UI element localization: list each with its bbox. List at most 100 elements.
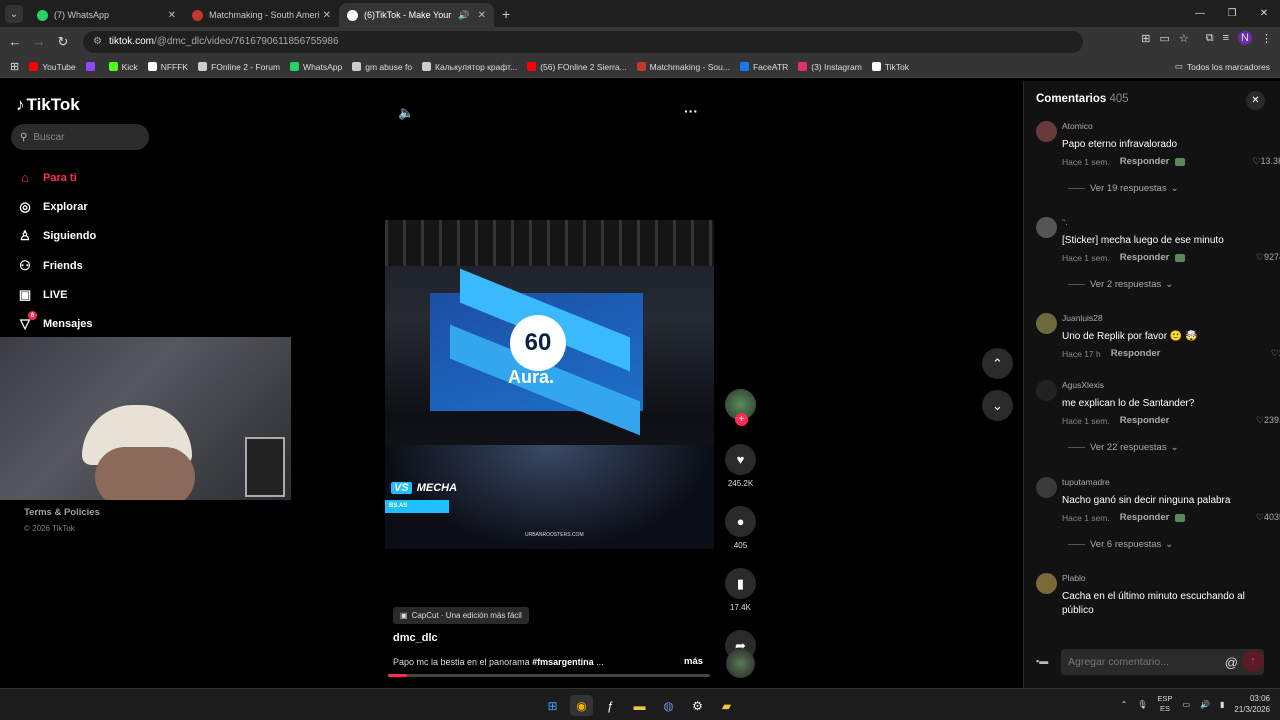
commenter-avatar[interactable] xyxy=(1036,121,1057,142)
back-icon[interactable]: ← xyxy=(3,34,27,49)
volume-icon[interactable]: 🔈 xyxy=(398,105,414,121)
prev-video-button[interactable]: ⌃ xyxy=(982,348,1013,379)
bookmark-item[interactable]: (56) FOnline 2 Sierra... xyxy=(527,62,627,72)
capcut-chip[interactable]: ▣ CapCut · Una edición más fácil xyxy=(393,607,529,624)
battery-icon[interactable]: ▮ xyxy=(1220,700,1224,709)
bookmark-item[interactable]: WhatsApp xyxy=(290,62,342,72)
comment-username[interactable]: Plablo xyxy=(1062,573,1086,583)
sidebar-item-live[interactable]: ▣ LIVE xyxy=(16,280,96,309)
comment-like-button[interactable]: ♡4035 xyxy=(1256,512,1280,523)
comment-like-button[interactable]: ♡2 xyxy=(1271,348,1280,359)
comment-username[interactable]: Atomico xyxy=(1062,121,1093,131)
url-input[interactable]: ⚙ tiktok.com/@dmc_dlc/video/761679061185… xyxy=(83,30,1083,53)
tiktok-logo[interactable]: ♪ TikTok xyxy=(16,95,80,115)
bookmark-item[interactable]: Matchmaking - Sou... xyxy=(636,62,730,72)
reply-button[interactable]: Responder xyxy=(1120,156,1170,167)
browser-tab[interactable]: (7) WhatsApp ✕ xyxy=(29,3,184,27)
restore-icon[interactable]: ❐ xyxy=(1216,0,1248,27)
bookmark-item[interactable]: gm abuse fo xyxy=(352,62,412,72)
bookmark-item[interactable]: TikTok xyxy=(871,62,909,72)
music-disc[interactable] xyxy=(726,649,755,678)
reply-button[interactable]: Responder xyxy=(1120,512,1170,523)
more-link[interactable]: más xyxy=(684,656,703,667)
search-input[interactable]: ⚲ Buscar xyxy=(11,124,149,150)
site-info-icon[interactable]: ⚙ xyxy=(93,36,102,47)
translate-icon[interactable]: ⊞ xyxy=(1141,32,1150,45)
start-icon[interactable]: ⊞ xyxy=(541,695,564,716)
reply-button[interactable]: Responder xyxy=(1120,252,1170,263)
comment-username[interactable]: AgusXlexis xyxy=(1062,380,1104,390)
discord-icon[interactable]: ◍ xyxy=(657,695,680,716)
apps-icon[interactable]: ⊞ xyxy=(10,60,19,73)
comment-like-button[interactable]: ♡2391 xyxy=(1256,415,1280,426)
browser-tab[interactable]: (6)TikTok - Make Your Day 🔊 ✕ xyxy=(339,3,494,27)
new-tab-button[interactable]: + xyxy=(502,6,510,22)
media-icon[interactable]: ≡ xyxy=(1223,32,1229,44)
minimize-icon[interactable]: — xyxy=(1184,0,1216,27)
bookmark-item[interactable]: FOnline 2 - Forum xyxy=(198,62,280,72)
bookmark-item[interactable]: NFFFK xyxy=(147,62,188,72)
clock[interactable]: 03:06 21/3/2026 xyxy=(1234,693,1270,715)
mention-icon[interactable]: @ xyxy=(1225,655,1238,670)
steam-icon[interactable]: ⚙ xyxy=(686,695,709,716)
close-window-icon[interactable]: ✕ xyxy=(1248,0,1280,27)
network-icon[interactable]: ▭ xyxy=(1182,700,1190,709)
sidebar-item-friends[interactable]: ⚇ Friends xyxy=(16,251,96,280)
progress-bar[interactable] xyxy=(388,674,710,677)
bookmark-item[interactable]: Kick xyxy=(108,62,138,72)
comment-like-button[interactable]: ♡9274 xyxy=(1256,252,1280,263)
comment-input[interactable]: Agregar comentario... @ ☺ xyxy=(1061,649,1264,675)
save-button[interactable]: ▮ xyxy=(725,568,756,599)
bookmark-item[interactable]: Twitch xyxy=(85,62,99,72)
commenter-avatar[interactable] xyxy=(1036,217,1057,238)
sidebar-item-para-ti[interactable]: ⌂ Para ti xyxy=(16,163,96,192)
comment-button[interactable]: ● xyxy=(725,506,756,537)
more-options-icon[interactable]: ··· xyxy=(684,103,698,119)
comment-like-button[interactable]: ♡13.3K xyxy=(1252,156,1280,167)
send-comment-button[interactable]: ↑ xyxy=(1242,650,1264,672)
fonline-icon[interactable]: ƒ xyxy=(599,695,622,716)
cast-icon[interactable]: ▭ xyxy=(1159,32,1169,45)
follow-plus-icon[interactable]: + xyxy=(735,413,748,426)
author-name[interactable]: dmc_dlc xyxy=(393,632,438,644)
sidebar-item-mensajes[interactable]: ▽ 6 Mensajes xyxy=(16,309,96,338)
bookmark-item[interactable]: (3) Instagram xyxy=(798,62,862,72)
tab-close-icon[interactable]: ✕ xyxy=(478,10,486,21)
all-bookmarks[interactable]: ▭ Todos los marcadores xyxy=(1175,61,1270,72)
bookmark-item[interactable]: FaceATR xyxy=(739,62,788,72)
tab-search-icon[interactable]: ⌄ xyxy=(5,5,23,23)
commenter-avatar[interactable] xyxy=(1036,380,1057,401)
reply-button[interactable]: Responder xyxy=(1111,348,1161,359)
like-button[interactable]: ♥ xyxy=(725,444,756,475)
tab-audio-icon[interactable]: 🔊 xyxy=(458,10,469,21)
next-video-button[interactable]: ⌄ xyxy=(982,390,1013,421)
terms-link[interactable]: Terms & Policies xyxy=(24,507,100,518)
view-replies-button[interactable]: Ver 22 respuestas ⌄ xyxy=(1068,442,1179,453)
tab-close-icon[interactable]: ✕ xyxy=(168,10,176,21)
extensions-icon[interactable]: ⧉ xyxy=(1206,32,1214,45)
microphone-icon[interactable]: 🎙 xyxy=(1137,700,1147,709)
comment-username[interactable]: Juanluis28 xyxy=(1062,313,1103,323)
tab-close-icon[interactable]: ✕ xyxy=(323,10,331,21)
commenter-avatar[interactable] xyxy=(1036,573,1057,594)
tray-overflow-icon[interactable]: ⌃ xyxy=(1121,700,1128,709)
view-replies-button[interactable]: Ver 19 respuestas ⌄ xyxy=(1068,183,1179,194)
chrome-icon[interactable]: ◉ xyxy=(570,695,593,716)
sidebar-item-siguiendo[interactable]: ♙ Siguiendo xyxy=(16,222,96,251)
view-replies-button[interactable]: Ver 6 respuestas ⌄ xyxy=(1068,539,1173,550)
reply-button[interactable]: Responder xyxy=(1120,415,1170,426)
file-explorer-icon[interactable]: ▬ xyxy=(628,695,651,716)
profile-avatar[interactable]: N xyxy=(1238,31,1252,45)
bookmark-star-icon[interactable]: ☆ xyxy=(1179,32,1189,45)
forward-icon[interactable]: → xyxy=(27,34,51,49)
speaker-icon[interactable]: 🔊 xyxy=(1200,700,1210,709)
reload-icon[interactable]: ↻ xyxy=(51,34,75,50)
hashtag-link[interactable]: #fmsargentina xyxy=(532,657,594,667)
menu-icon[interactable]: ⋮ xyxy=(1261,32,1272,45)
sidebar-item-explorar[interactable]: ◎ Explorar xyxy=(16,192,96,221)
view-replies-button[interactable]: Ver 2 respuestas ⌄ xyxy=(1068,279,1173,290)
commenter-avatar[interactable] xyxy=(1036,477,1057,498)
browser-tab[interactable]: Matchmaking - South America ✕ xyxy=(184,3,339,27)
bookmark-item[interactable]: Калькулятор крафт... xyxy=(422,62,517,72)
bookmark-item[interactable]: YouTube xyxy=(29,62,76,72)
